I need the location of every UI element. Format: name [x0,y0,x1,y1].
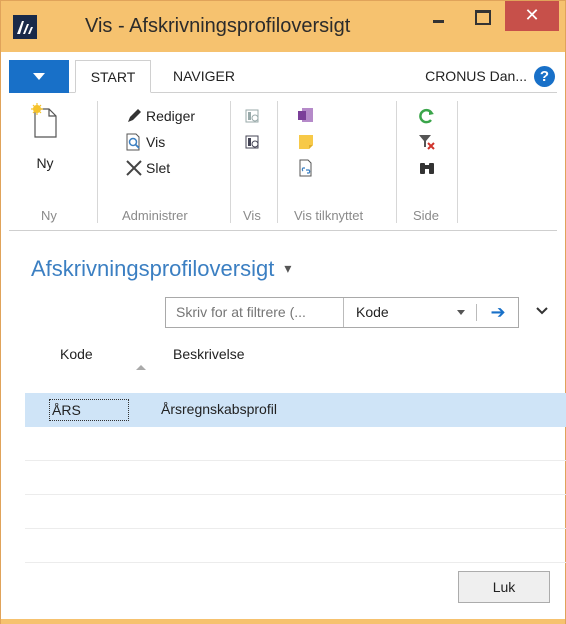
dialog-window: Vis - Afskrivningsprofiloversigt ✕ START… [0,0,566,624]
new-button-label: Ny [36,155,54,171]
chevron-down-icon[interactable]: ▾ [284,260,291,276]
group-label-ny: Ny [41,208,57,223]
empty-row [25,529,566,563]
empty-row [25,461,566,495]
clear-filter-button[interactable] [417,131,439,153]
ribbon-group-side: Side [397,93,457,231]
group-label-vis: Vis [243,208,261,223]
group-label-side: Side [413,208,440,223]
binoculars-icon [417,158,437,178]
code-cell[interactable]: ÅRS [49,399,129,421]
ribbon: Ny Ny Rediger Vis Slet Administrer Vis V… [9,93,557,231]
note-icon [296,132,316,152]
onenote-button[interactable] [296,105,318,127]
title-bar[interactable]: Vis - Afskrivningsprofiloversigt ✕ [1,1,565,52]
detail-view-button[interactable] [243,131,265,153]
clear-filter-icon [417,132,437,152]
ribbon-group-ny: Ny Ny [9,93,97,231]
column-header-description[interactable]: Beskrivelse [173,346,245,362]
empty-row [25,427,566,461]
list-view-button[interactable] [243,105,265,127]
pencil-icon [124,106,144,126]
collapse-chevron-icon[interactable] [535,304,549,318]
delete-label: Slet [146,160,171,176]
refresh-button[interactable] [417,105,439,127]
chevron-down-icon[interactable] [457,310,465,315]
page-title-text: Afskrivningsprofiloversigt [31,256,275,281]
view-label: Vis [146,134,166,150]
minimize-button[interactable] [418,1,458,33]
app-logo-icon [13,15,37,39]
view-document-icon [124,132,144,152]
application-menu-button[interactable] [9,60,69,93]
page-title[interactable]: Afskrivningsprofiloversigt ▾ [31,256,291,282]
filter-field-select[interactable]: Kode [356,298,389,327]
refresh-icon [417,106,437,126]
group-label-administrer: Administrer [122,208,188,223]
description-cell[interactable]: Årsregnskabsprofil [161,401,277,417]
view-button[interactable]: Vis [124,131,165,153]
table-row[interactable]: ÅRS Årsregnskabsprofil [25,393,566,427]
filter-input[interactable] [166,298,344,327]
find-button[interactable] [417,157,439,179]
edit-button[interactable]: Rediger [124,105,195,127]
ribbon-group-vis-tilknyttet: Vis tilknyttet [278,93,396,231]
group-label-vis-tilknyttet: Vis tilknyttet [294,208,364,223]
links-button[interactable] [296,157,318,179]
list-view-icon [243,106,263,126]
tab-start[interactable]: START [75,60,151,93]
ribbon-group-administrer: Rediger Vis Slet Administrer [98,93,230,231]
new-button[interactable]: Ny [23,103,67,175]
ribbon-group-vis: Vis [231,93,277,231]
onenote-icon [296,106,316,126]
new-document-icon [31,103,57,138]
filter-box: Kode ➔ [165,297,519,328]
company-name[interactable]: CRONUS Dan... [425,60,527,93]
ribbon-tabstrip: START NAVIGER CRONUS Dan... ? [9,60,557,93]
ribbon-divider [457,101,458,223]
data-grid: ÅRS Årsregnskabsprofil [25,393,566,563]
maximize-button[interactable] [461,1,501,33]
edit-label: Rediger [146,108,196,124]
window-border-bottom [1,619,565,624]
divider [476,304,477,321]
column-header-code[interactable]: Kode [60,346,93,362]
window-title: Vis - Afskrivningsprofiloversigt [85,15,351,37]
arrow-right-icon[interactable]: ➔ [484,300,512,325]
delete-button[interactable]: Slet [124,157,170,179]
close-window-button[interactable]: ✕ [505,1,559,31]
close-icon: ✕ [524,5,540,25]
empty-row [25,495,566,529]
help-icon[interactable]: ? [534,66,555,87]
detail-view-icon [243,132,263,152]
tab-naviger[interactable]: NAVIGER [159,60,249,93]
sort-ascending-icon [136,365,146,370]
close-button[interactable]: Luk [458,571,550,603]
notes-button[interactable] [296,131,318,153]
delete-x-icon [124,158,144,178]
link-document-icon [296,158,316,178]
